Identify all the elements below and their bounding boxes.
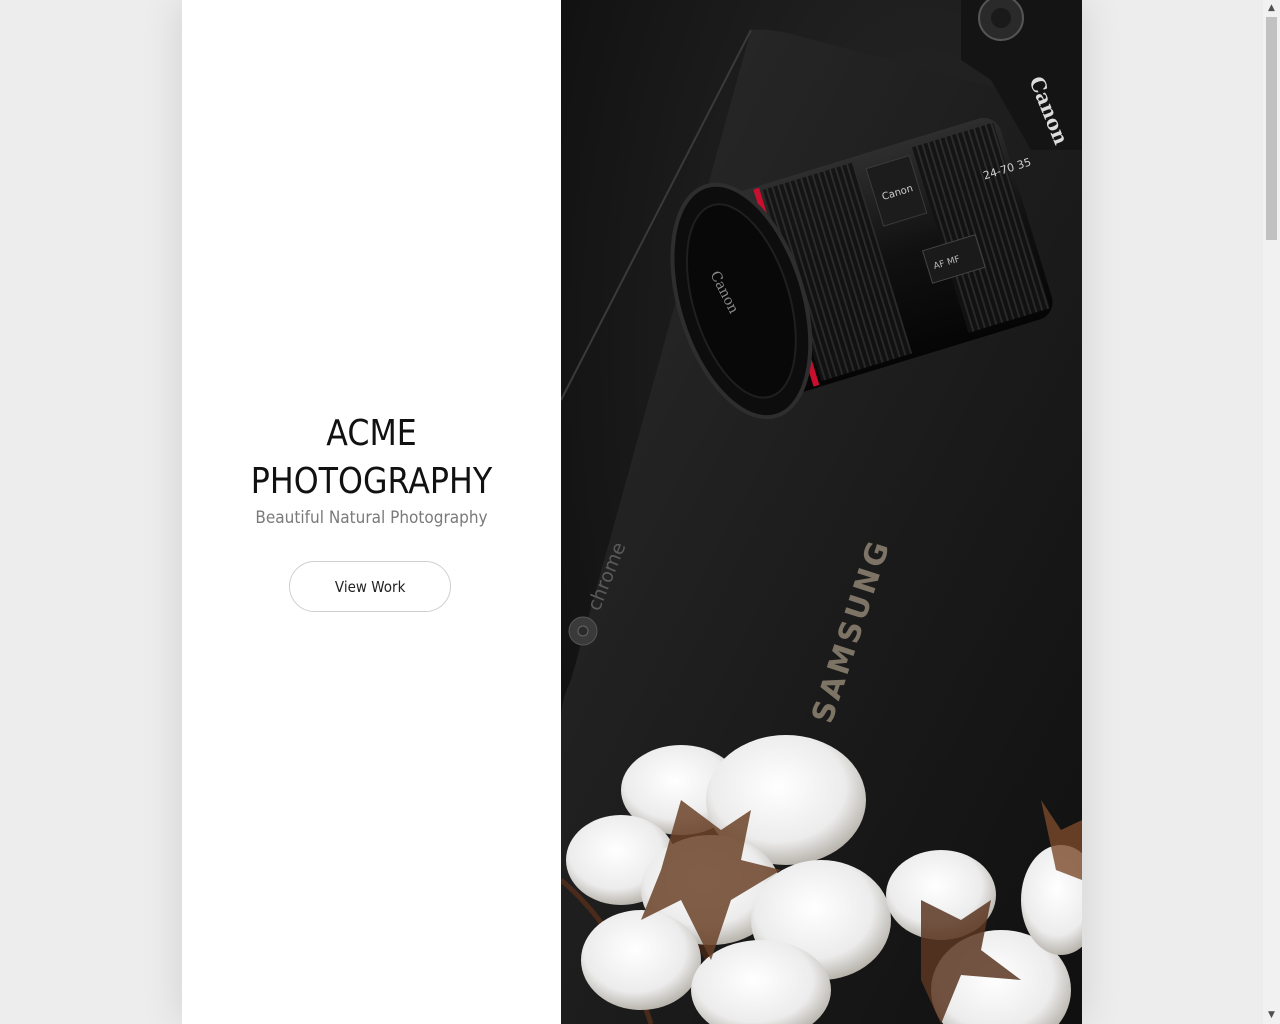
site-title-line-2: PHOTOGRAPHY xyxy=(250,461,493,502)
view-work-label: View Work xyxy=(334,577,406,596)
vertical-scrollbar[interactable]: ▲ ▼ xyxy=(1263,0,1280,1024)
site-tagline: Beautiful Natural Photography xyxy=(255,508,488,528)
hero-panel: ACME PHOTOGRAPHY Beautiful Natural Photo… xyxy=(182,0,561,1024)
view-work-button[interactable]: View Work xyxy=(289,561,451,612)
scroll-down-arrow-icon[interactable]: ▼ xyxy=(1263,1007,1280,1024)
hero-text-block: ACME PHOTOGRAPHY Beautiful Natural Photo… xyxy=(182,410,561,528)
landing-card: ACME PHOTOGRAPHY Beautiful Natural Photo… xyxy=(182,0,1082,1024)
scroll-up-arrow-icon[interactable]: ▲ xyxy=(1263,0,1280,17)
hero-photo: chrome SAMSUNG Canon Canon AF MF 24-70 3… xyxy=(561,0,1082,1024)
page-background: ACME PHOTOGRAPHY Beautiful Natural Photo… xyxy=(0,0,1280,1024)
site-title-line-1: ACME xyxy=(326,413,417,454)
scrollbar-thumb[interactable] xyxy=(1266,17,1277,240)
camera-laptop-cotton-image: chrome SAMSUNG Canon Canon AF MF 24-70 3… xyxy=(561,0,1082,1024)
